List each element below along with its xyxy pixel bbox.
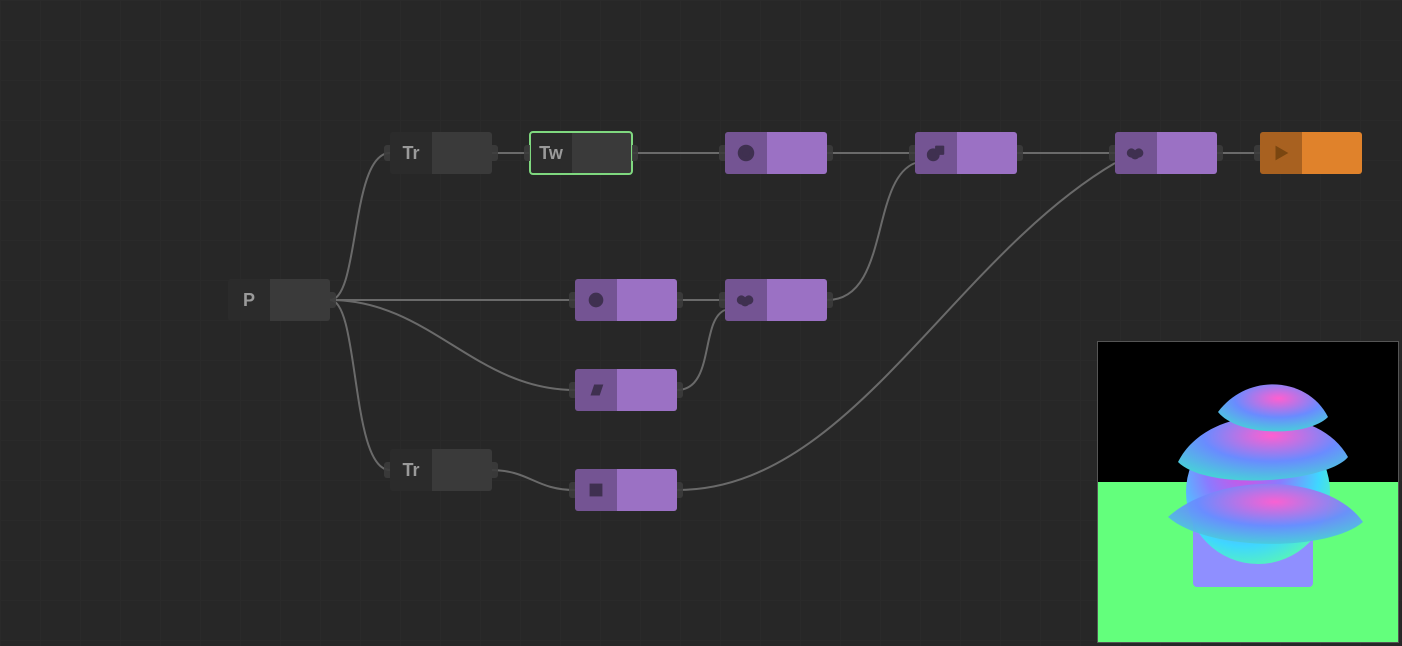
parallelogram-icon xyxy=(585,379,607,401)
port-in[interactable] xyxy=(569,482,575,498)
port-in[interactable] xyxy=(569,382,575,398)
port-in[interactable] xyxy=(909,145,915,161)
node-union[interactable] xyxy=(915,132,1017,174)
port-out[interactable] xyxy=(1217,145,1223,161)
node-point-input[interactable]: P xyxy=(228,279,330,321)
node-transform-1[interactable]: Tr xyxy=(390,132,492,174)
node-smooth-union-1[interactable] xyxy=(725,279,827,321)
port-in[interactable] xyxy=(524,145,530,161)
union-icon xyxy=(925,142,947,164)
port-out[interactable] xyxy=(827,292,833,308)
node-transform-2[interactable]: Tr xyxy=(390,449,492,491)
node-sdf-box[interactable] xyxy=(575,469,677,511)
port-out[interactable] xyxy=(492,145,498,161)
node-label: Tr xyxy=(402,460,419,481)
node-smooth-union-2[interactable] xyxy=(1115,132,1217,174)
torus-icon xyxy=(735,142,757,164)
port-out[interactable] xyxy=(677,292,683,308)
port-in[interactable] xyxy=(719,145,725,161)
port-out[interactable] xyxy=(827,145,833,161)
port-in[interactable] xyxy=(719,292,725,308)
node-label: P xyxy=(243,290,255,311)
play-icon xyxy=(1270,142,1292,164)
node-twist[interactable]: Tw xyxy=(530,132,632,174)
port-in[interactable] xyxy=(569,292,575,308)
port-out[interactable] xyxy=(677,482,683,498)
node-sdf-plane[interactable] xyxy=(575,369,677,411)
port-in[interactable] xyxy=(1109,145,1115,161)
port-out[interactable] xyxy=(330,292,336,308)
node-sdf-torus[interactable] xyxy=(725,132,827,174)
node-label: Tr xyxy=(402,143,419,164)
node-label: Tw xyxy=(539,143,563,164)
render-preview[interactable] xyxy=(1097,341,1399,643)
port-out[interactable] xyxy=(632,145,638,161)
circle-icon xyxy=(585,289,607,311)
port-in[interactable] xyxy=(1254,145,1260,161)
port-in[interactable] xyxy=(384,145,390,161)
node-graph-canvas[interactable]: P Tr Tw xyxy=(0,0,1402,646)
square-icon xyxy=(585,479,607,501)
node-sdf-sphere[interactable] xyxy=(575,279,677,321)
smooth-union-icon xyxy=(1125,142,1147,164)
port-out[interactable] xyxy=(677,382,683,398)
node-output[interactable] xyxy=(1260,132,1362,174)
port-in[interactable] xyxy=(384,462,390,478)
port-out[interactable] xyxy=(1017,145,1023,161)
smooth-union-icon xyxy=(735,289,757,311)
port-out[interactable] xyxy=(492,462,498,478)
preview-image xyxy=(1098,342,1398,642)
